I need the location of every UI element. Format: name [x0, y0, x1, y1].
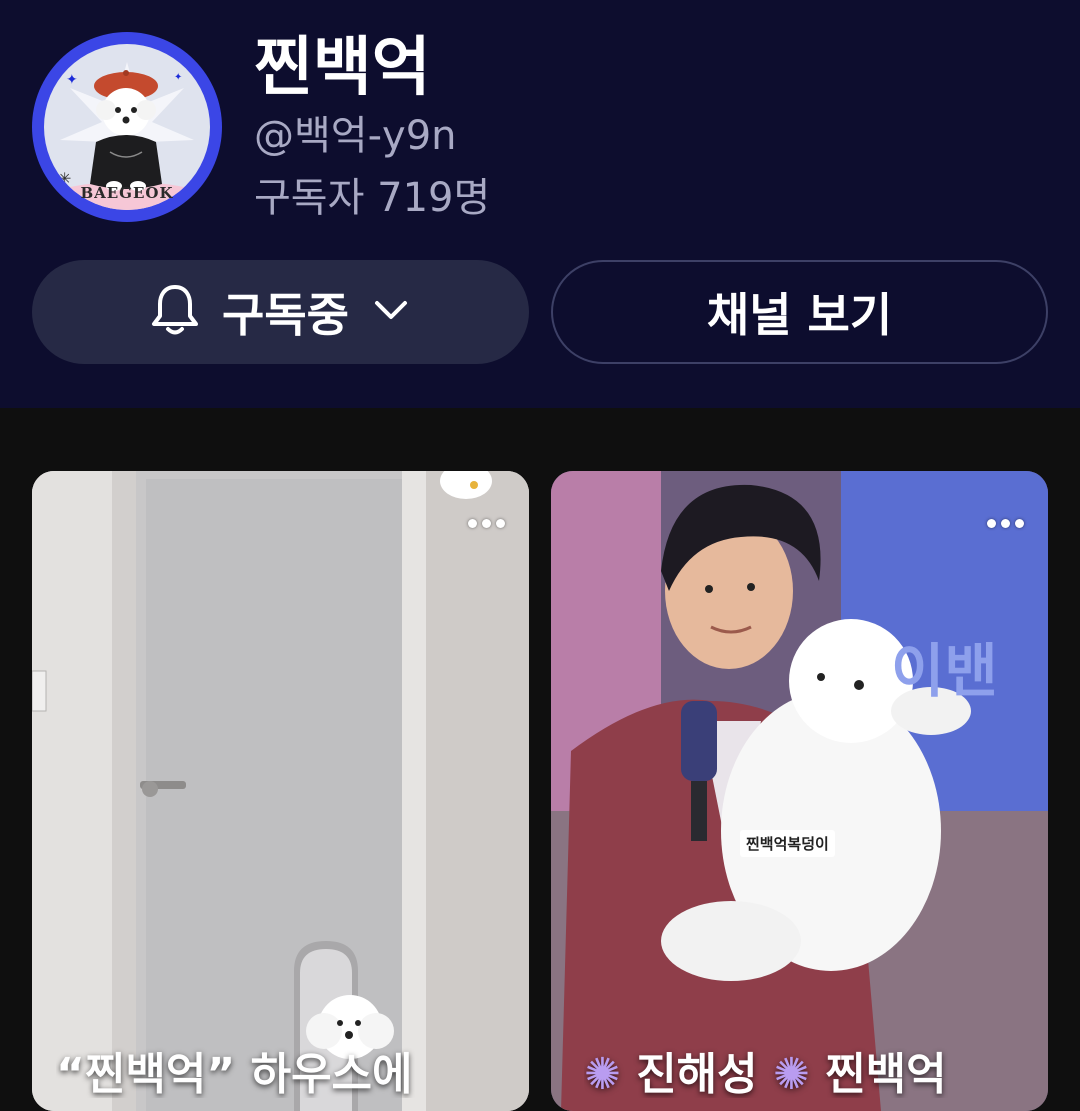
channel-handle: @백억-y9n	[254, 113, 457, 159]
overlay-caption: 찐백억복덩이	[740, 830, 835, 857]
svg-text:✦: ✦	[174, 72, 182, 83]
more-options-button-1[interactable]	[459, 508, 513, 538]
bell-icon	[150, 282, 200, 342]
subscriber-count: 구독자 719명	[254, 175, 491, 221]
more-options-button-2[interactable]	[978, 508, 1032, 538]
short-2-thumbnail: 이밴	[551, 471, 1048, 1111]
subscribed-button[interactable]: 구독중	[32, 260, 529, 364]
svg-text:이밴: 이밴	[891, 637, 998, 705]
short-2-title-part2: 찐백억	[825, 1049, 947, 1098]
sparkle-icon: ✺	[584, 1049, 621, 1098]
short-card-2[interactable]: 이밴	[551, 471, 1048, 1111]
view-channel-button[interactable]: 채널 보기	[551, 260, 1048, 364]
sparkle-icon: ✺	[772, 1049, 810, 1098]
short-card-1[interactable]	[32, 471, 529, 1111]
channel-name: 찐백억	[254, 31, 431, 105]
channel-header: ✦ ✦ ✳ BAEGEOK 찐백억 @백억-y9n 구독자 719명 구독중 채…	[0, 0, 1080, 408]
short-2-title-part1: 진해성	[636, 1049, 758, 1098]
channel-avatar[interactable]: ✦ ✦ ✳ BAEGEOK	[32, 32, 222, 222]
avatar-caption: BAEGEOK	[80, 184, 174, 202]
short-1-title: “찐백억” 하우스에	[56, 1049, 413, 1098]
svg-text:✦: ✦	[66, 72, 78, 88]
more-dot	[495, 518, 505, 528]
more-horizontal-icon	[467, 518, 477, 528]
chevron-down-icon	[371, 295, 411, 329]
short-1-thumbnail	[32, 471, 529, 1111]
more-dot	[1014, 518, 1024, 528]
more-dot	[481, 518, 491, 528]
more-horizontal-icon	[986, 518, 996, 528]
more-dot	[1000, 518, 1010, 528]
subscribed-label: 구독중	[222, 288, 349, 342]
short-2-title: ✺ 진해성 ✺ 찐백억	[584, 1038, 1044, 1098]
